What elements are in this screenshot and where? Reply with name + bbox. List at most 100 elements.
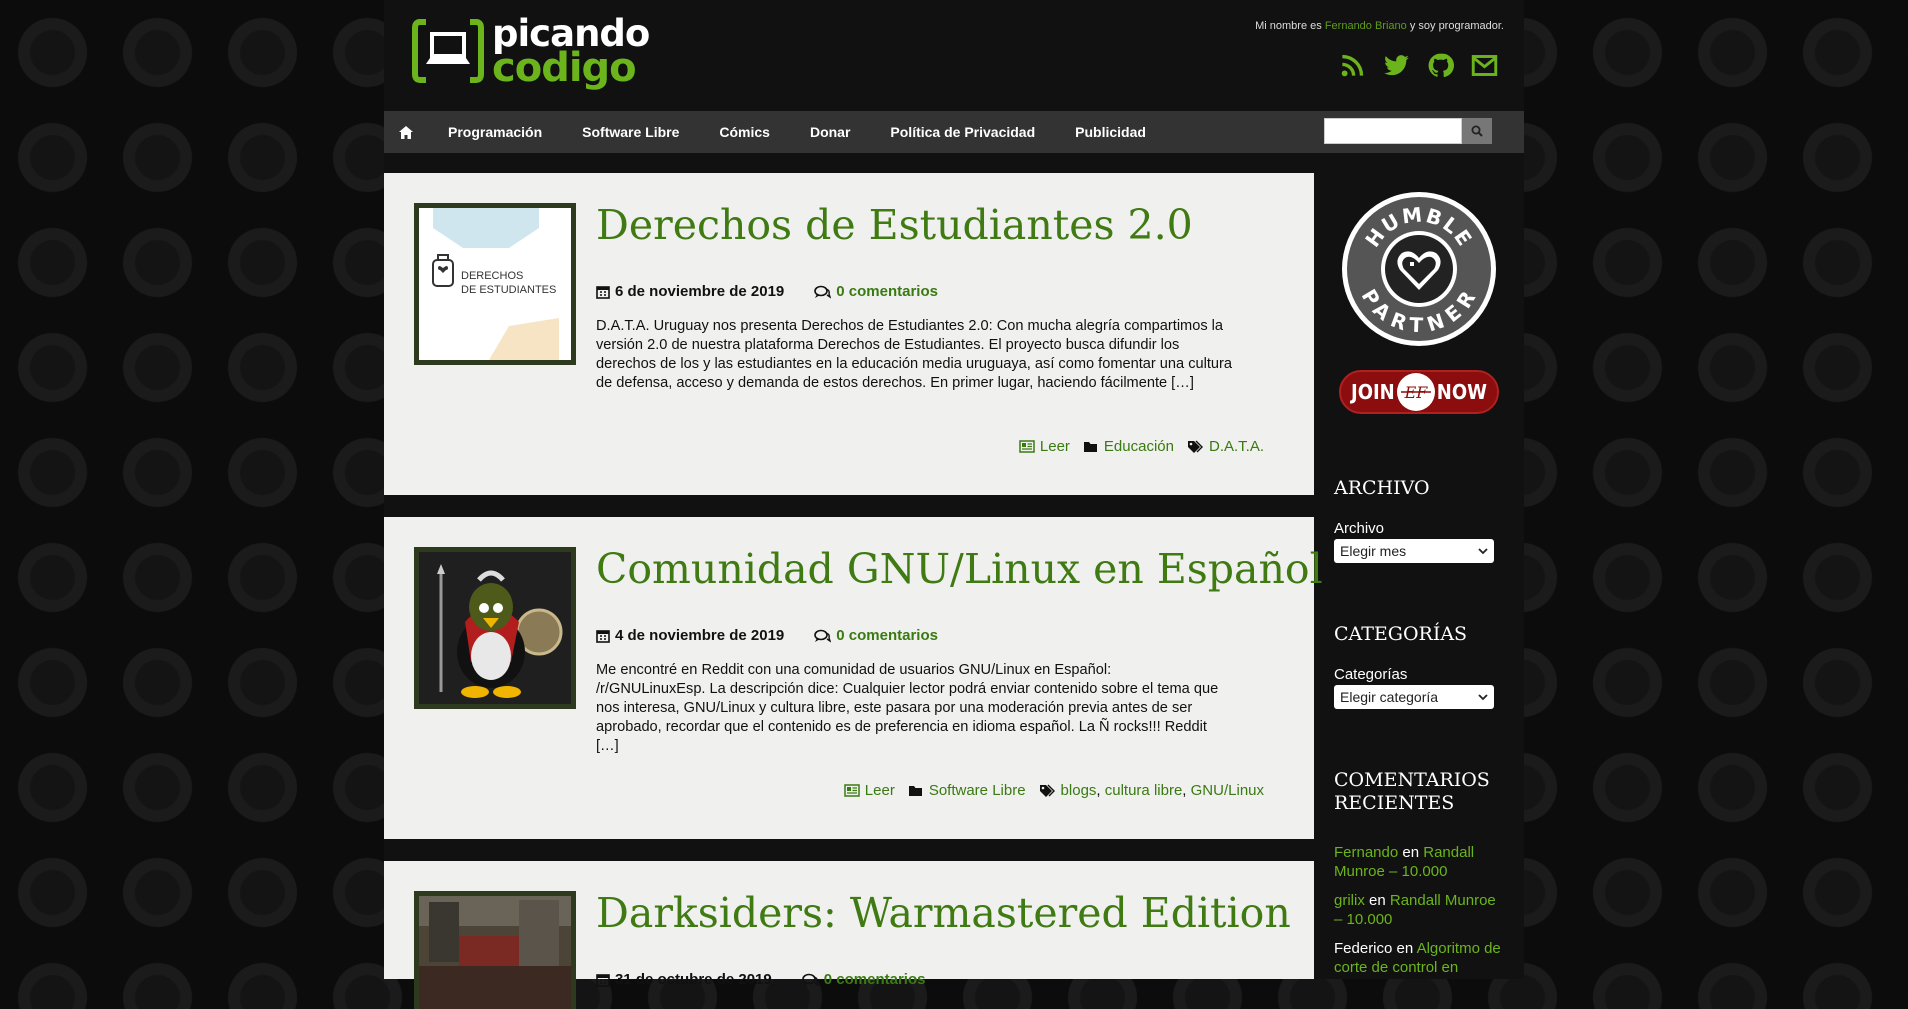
home-icon[interactable] [384,111,428,153]
comment-on-label: en [1364,892,1390,909]
post-title[interactable]: Darksiders: Warmastered Edition [596,889,1291,937]
read-more-link[interactable]: Leer [1019,438,1070,455]
logo-text: picando codigo [492,15,650,91]
comment-on-label: en [1392,940,1417,957]
post-excerpt: Me encontré en Reddit con una comunidad … [596,662,1219,754]
comment-on-label: en [1398,844,1424,861]
post-comments-count: 0 comentarios [836,627,938,644]
nav-item-software-libre[interactable]: Software Libre [562,111,699,153]
post-comments-link[interactable]: 0 comentarios [814,283,938,300]
tag-separator: , [1096,782,1105,799]
github-icon[interactable] [1427,52,1454,79]
post-title[interactable]: Derechos de Estudiantes 2.0 [596,201,1193,249]
comment-author-link[interactable]: grilix [1334,892,1365,909]
post-meta: 6 de noviembre de 2019 0 comentarios [596,283,938,300]
newspaper-icon [844,784,860,797]
archive-select[interactable]: Elegir mes [1334,539,1494,563]
tag-link[interactable]: blogs [1061,782,1097,799]
recent-comments-title-line1: COMENTARIOS [1334,769,1490,791]
nav-item-privacidad[interactable]: Política de Privacidad [870,111,1055,153]
tag-link[interactable]: GNU/Linux [1191,782,1264,799]
comment-author: Federico [1334,940,1393,957]
post-title[interactable]: Comunidad GNU/Linux en Español [596,545,1323,593]
comment-author-link[interactable]: Fernando [1334,844,1398,861]
post-comments-count: 0 comentarios [823,971,926,988]
post-date: 6 de noviembre de 2019 [615,283,785,300]
archive-widget-title: ARCHIVO [1334,477,1430,499]
tag-link[interactable]: cultura libre [1105,782,1183,799]
category-label: Educación [1103,438,1174,455]
nav-item-donar[interactable]: Donar [790,111,870,153]
spartan-tux-image [419,552,571,704]
folder-icon [908,786,922,796]
read-more-label: Leer [864,782,895,799]
thumbnail-text-line1: DERECHOS [461,270,524,282]
tags-icon [1039,784,1055,797]
rss-icon[interactable] [1339,52,1366,79]
categories-select[interactable]: Elegir categoría [1334,685,1494,709]
post-card: DERECHOS DE ESTUDIANTES Derechos de Estu… [384,173,1314,495]
search-button[interactable] [1462,118,1492,144]
twitter-icon[interactable] [1383,52,1410,79]
mail-icon[interactable] [1471,52,1498,79]
comments-icon [814,629,832,643]
post-thumbnail[interactable] [414,891,576,1009]
category-label: Software Libre [928,782,1026,799]
post-comments-link[interactable]: 0 comentarios [801,971,926,988]
nav-item-programacion[interactable]: Programación [428,111,562,153]
eff-logo-icon: EF [1396,373,1435,411]
categories-label: Categorías [1334,666,1408,683]
post-excerpt: D.A.T.A. Uruguay nos presenta Derechos d… [596,318,1233,391]
tagline-prefix: Mi nombre es [1255,20,1325,32]
folder-icon [1083,442,1097,452]
post-thumbnail[interactable] [414,547,576,709]
site-header: picando codigo Mi nombre es Fernando Bri… [384,0,1524,110]
categories-widget-title: CATEGORÍAS [1334,623,1468,645]
thumbnail-text-line2: DE ESTUDIANTES [461,284,557,296]
post-card: Comunidad GNU/Linux en Español 4 de novi… [384,517,1323,839]
search-input[interactable] [1324,118,1462,144]
nav-item-publicidad[interactable]: Publicidad [1055,111,1166,153]
recent-comments-title: COMENTARIOS RECIENTES [1334,769,1490,815]
logo-line2: codigo [492,45,637,91]
recent-comment-item: grilix en Randall Munroe – 10.000 [1334,891,1504,929]
tagline: Mi nombre es Fernando Briano y soy progr… [1255,20,1504,32]
author-link[interactable]: Fernando Briano [1325,20,1407,32]
recent-comment-item: Fernando en Randall Munroe – 10.000 [1334,843,1504,881]
social-links [1339,52,1498,79]
search-form [1324,118,1492,144]
post-date: 31 de octubre de 2019 [615,971,772,988]
tag-link[interactable]: D.A.T.A. [1209,438,1264,455]
search-icon [1471,125,1483,137]
post-meta: 31 de octubre de 2019 0 comentarios [596,971,925,988]
category-link[interactable]: Software Libre [908,782,1026,799]
chevron-down-icon [1478,547,1488,554]
read-more-link[interactable]: Leer [844,782,895,799]
calendar-icon [596,629,610,643]
comments-icon [814,285,832,299]
recent-comments-title-line2: RECIENTES [1334,792,1455,814]
calendar-icon [596,285,610,299]
join-right-label: NOW [1436,380,1487,404]
post-thumbnail[interactable]: DERECHOS DE ESTUDIANTES [414,203,576,365]
tags-group: blogs, cultura libre, GNU/Linux [1039,782,1264,799]
humble-partner-badge[interactable]: HUMBLE PARTNER [1340,190,1498,348]
tags-group: D.A.T.A. [1187,438,1264,455]
newspaper-icon [1019,440,1035,453]
categories-select-value: Elegir categoría [1340,689,1439,705]
post-footer: Leer Software Libre blogs, cultura libre… [831,782,1264,799]
nav-item-comics[interactable]: Cómics [699,111,790,153]
site-logo[interactable]: picando codigo [412,15,650,91]
chevron-down-icon [1478,693,1488,700]
category-link[interactable]: Educación [1083,438,1174,455]
join-now-button[interactable]: JOIN EF NOW [1339,370,1499,414]
comments-icon [801,973,819,987]
darksiders-thumbnail-image [419,896,571,1009]
tagline-suffix: y soy programador. [1406,20,1504,32]
archive-select-value: Elegir mes [1340,543,1407,559]
post-meta: 4 de noviembre de 2019 0 comentarios [596,627,938,644]
post-date: 4 de noviembre de 2019 [615,627,785,644]
post-card: Darksiders: Warmastered Edition 31 de oc… [384,861,1314,1009]
post-comments-link[interactable]: 0 comentarios [814,627,938,644]
main-nav: Programación Software Libre Cómics Donar… [384,111,1524,153]
